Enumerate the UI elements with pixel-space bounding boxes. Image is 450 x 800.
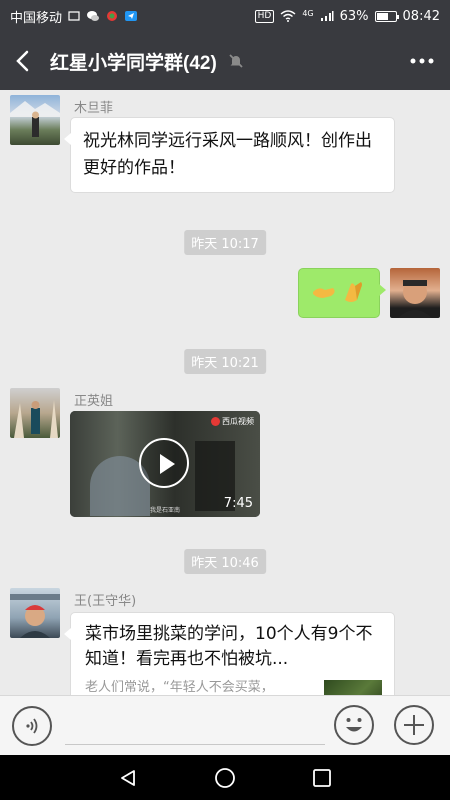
avatar[interactable] xyxy=(10,588,60,638)
wifi-icon xyxy=(280,10,296,22)
video-duration: 7:45 xyxy=(223,496,253,511)
article-thumbnail xyxy=(324,680,382,695)
wechat-icon xyxy=(87,11,100,21)
send-icon xyxy=(125,11,138,21)
timestamp: 昨天 10:46 xyxy=(184,549,266,574)
chevron-left-icon xyxy=(16,50,29,72)
article-title: 菜市场里挑菜的学问，10个人有9个不知道！看完再也不怕被坑... xyxy=(85,624,373,669)
chat-title: 红星小学同学群(42) xyxy=(50,52,217,74)
article-description: 老人们常说，“年轻人不会买菜， xyxy=(85,680,274,695)
status-bar: 中国移动 HD 4G 63% 08:42 xyxy=(0,0,450,32)
input-bar xyxy=(0,695,450,755)
sender-name: 王(王守华) xyxy=(74,594,137,609)
voice-button[interactable] xyxy=(12,706,52,746)
app-icon xyxy=(107,11,118,21)
nav-home-icon[interactable] xyxy=(214,767,236,789)
hd-badge: HD xyxy=(254,9,275,23)
network-type: 4G xyxy=(302,8,314,18)
sender-name: 木旦菲 xyxy=(74,101,114,116)
mute-bell-icon xyxy=(229,54,243,68)
message-bubble[interactable]: 祝光林同学远行采风一路顺风！创作出更好的作品！ xyxy=(64,117,395,193)
video-source-logo: 西瓜视频 xyxy=(211,416,254,427)
back-button[interactable] xyxy=(0,32,46,90)
avatar-image xyxy=(10,101,60,137)
more-dots-icon xyxy=(410,58,434,64)
emoji-button[interactable] xyxy=(334,705,374,745)
signal-icon xyxy=(320,11,334,21)
more-options-button[interactable] xyxy=(394,705,434,745)
message-input[interactable] xyxy=(65,744,325,745)
battery-fill xyxy=(376,12,388,20)
avatar[interactable] xyxy=(10,388,60,438)
chat-area[interactable]: 木旦菲 祝光林同学远行采风一路顺风！创作出更好的作品！ 昨天 10:17 昨天 … xyxy=(0,90,450,695)
my-avatar[interactable] xyxy=(390,268,440,318)
timestamp: 昨天 10:17 xyxy=(184,230,266,255)
battery-percent: 63% xyxy=(339,8,369,24)
voice-icon xyxy=(26,718,38,734)
avatar-image xyxy=(398,280,432,318)
avatar[interactable] xyxy=(10,95,60,145)
system-nav-bar xyxy=(0,755,450,800)
nav-back-icon[interactable] xyxy=(118,768,138,788)
clock: 08:42 xyxy=(402,8,440,24)
emoji-message[interactable] xyxy=(298,268,386,318)
carrier-label: 中国移动 xyxy=(10,10,63,26)
video-source-icon xyxy=(211,417,220,426)
chat-header: 红星小学同学群(42) xyxy=(0,32,450,90)
sender-name: 正英姐 xyxy=(74,394,114,409)
smiley-icon xyxy=(346,718,362,732)
nav-recents-icon[interactable] xyxy=(312,768,332,788)
battery-icon xyxy=(374,10,399,22)
avatar-image xyxy=(14,400,58,438)
timestamp: 昨天 10:21 xyxy=(184,349,266,374)
handshake-emoji-icon xyxy=(313,282,362,302)
notification-icon xyxy=(68,11,80,21)
article-message[interactable]: 菜市场里挑菜的学问，10个人有9个不知道！看完再也不怕被坑... 老人们常说，“… xyxy=(64,612,395,695)
video-message[interactable]: 西瓜视频 我是石亚南 7:45 xyxy=(70,411,260,517)
avatar-image xyxy=(10,594,60,638)
play-icon[interactable] xyxy=(139,438,189,488)
more-button[interactable] xyxy=(394,32,450,90)
video-source-label: 西瓜视频 xyxy=(222,417,254,426)
